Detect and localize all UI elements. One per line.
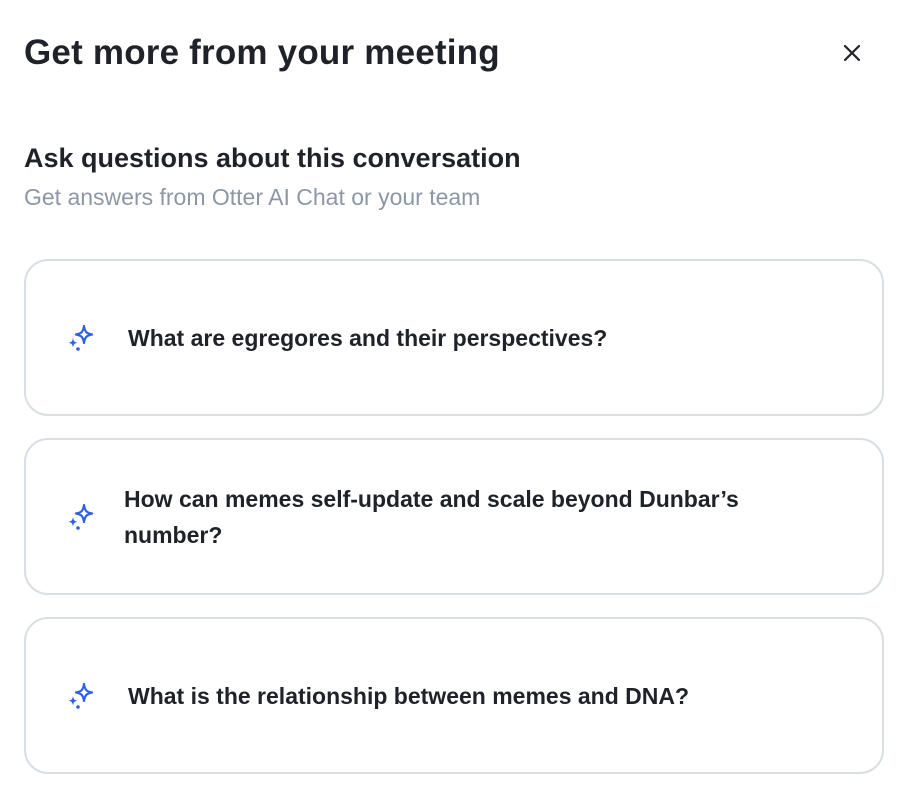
meeting-insights-panel: Get more from your meeting Ask questions… — [0, 0, 908, 802]
panel-header: Get more from your meeting — [24, 30, 884, 78]
close-button[interactable] — [836, 38, 868, 70]
section-subtitle: Get answers from Otter AI Chat or your t… — [24, 184, 481, 210]
section-title: Ask questions about this conversation — [24, 143, 521, 173]
suggested-question-label: What is the relationship between memes a… — [128, 682, 690, 709]
sparkle-icon — [64, 323, 98, 353]
panel-title: Get more from your meeting — [24, 33, 500, 72]
suggested-question-card[interactable]: What is the relationship between memes a… — [24, 617, 884, 774]
suggested-question-card[interactable]: How can memes self-update and scale beyo… — [24, 438, 884, 595]
sparkle-icon — [64, 502, 98, 532]
suggested-questions-list: What are egregores and their perspective… — [24, 259, 884, 796]
close-icon — [842, 43, 862, 66]
suggested-question-label: How can memes self-update and scale beyo… — [124, 485, 739, 548]
sparkle-icon — [64, 681, 98, 711]
suggested-question-label: What are egregores and their perspective… — [128, 324, 608, 351]
suggested-question-card[interactable]: What are egregores and their perspective… — [24, 259, 884, 416]
